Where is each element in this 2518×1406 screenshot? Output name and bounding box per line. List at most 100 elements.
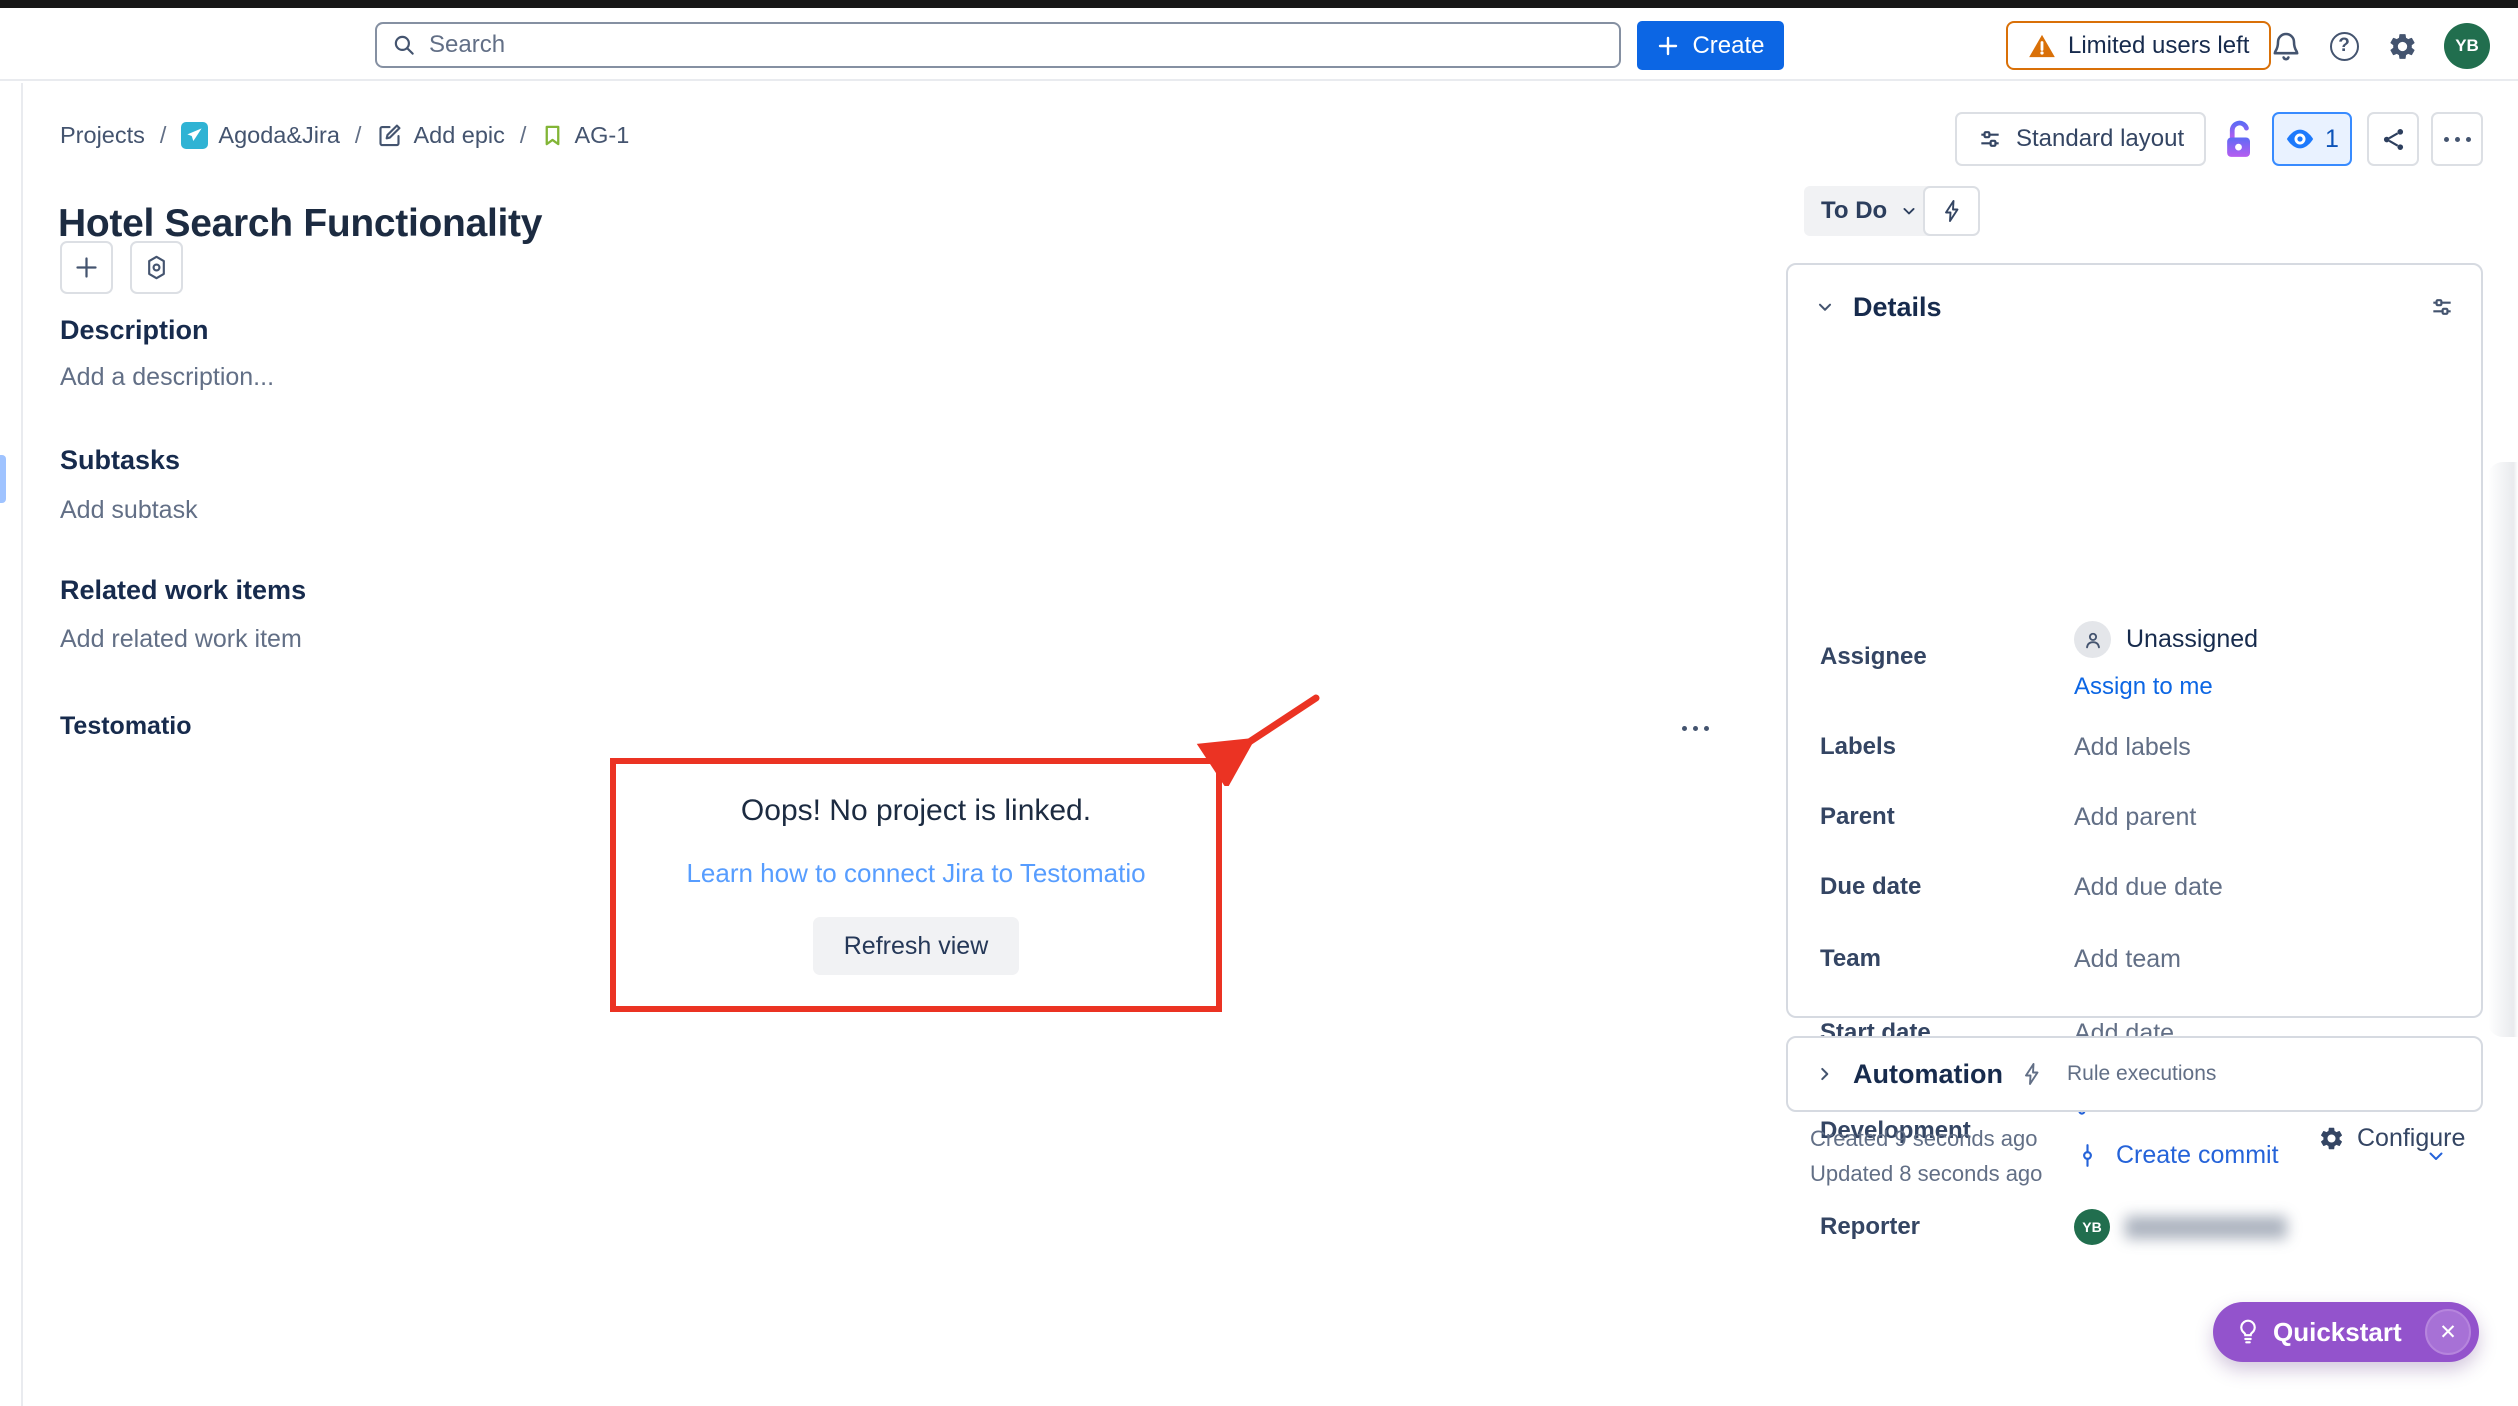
team-label: Team (1820, 945, 1881, 973)
eye-icon (2285, 126, 2315, 152)
due-date-value[interactable]: Add due date (2074, 873, 2223, 902)
subtasks-heading: Subtasks (60, 445, 180, 476)
user-avatar-initials: YB (2455, 36, 2479, 56)
sidebar-divider (21, 83, 23, 1406)
chevron-down-icon (1899, 201, 1919, 221)
breadcrumb: Projects / Agoda&Jira / Add epic / AG-1 (60, 122, 629, 149)
unassigned-avatar-icon (2074, 621, 2111, 658)
story-bookmark-icon (541, 123, 564, 148)
help-glyph: ? (2338, 35, 2350, 57)
quickstart-button[interactable]: Quickstart ✕ (2213, 1302, 2479, 1362)
connect-jira-link[interactable]: Learn how to connect Jira to Testomatio (686, 858, 1145, 889)
status-label: To Do (1821, 197, 1887, 225)
breadcrumb-project-name: Agoda&Jira (218, 122, 340, 149)
due-date-label: Due date (1820, 873, 1921, 901)
lightbulb-icon (2235, 1318, 2261, 1346)
testomatio-more-icon[interactable] (1682, 726, 1709, 731)
search-input[interactable] (427, 30, 1605, 60)
global-search[interactable] (375, 22, 1621, 68)
reporter-value[interactable]: YB (2074, 1209, 2287, 1245)
watchers-button[interactable]: 1 (2272, 112, 2352, 166)
more-actions-button[interactable] (2431, 112, 2483, 166)
search-icon (391, 32, 417, 58)
global-navigation-bar: Create Limited users left ? YB (0, 8, 2518, 81)
user-avatar[interactable]: YB (2444, 23, 2490, 69)
breadcrumb-add-epic-label: Add epic (413, 122, 504, 149)
standard-layout-button[interactable]: Standard layout (1955, 112, 2206, 166)
updated-timestamp: Updated 8 seconds ago (1810, 1161, 2042, 1187)
breadcrumb-add-epic[interactable]: Add epic (376, 122, 504, 149)
gear-icon (2318, 1125, 2345, 1152)
create-button[interactable]: Create (1637, 21, 1784, 70)
breadcrumb-issue-key: AG-1 (574, 122, 629, 149)
configure-label: Configure (2357, 1124, 2465, 1153)
settings-gear-icon[interactable] (2378, 22, 2426, 70)
watchers-count: 1 (2325, 125, 2339, 154)
team-value[interactable]: Add team (2074, 945, 2181, 974)
limited-users-banner[interactable]: Limited users left (2006, 21, 2271, 70)
reporter-avatar-initials: YB (2082, 1219, 2101, 1235)
assignee-name: Unassigned (2126, 625, 2258, 654)
limited-users-label: Limited users left (2068, 32, 2249, 60)
create-commit-link[interactable]: Create commit (2074, 1141, 2279, 1170)
breadcrumb-projects[interactable]: Projects (60, 122, 145, 149)
breadcrumb-issue[interactable]: AG-1 (541, 122, 629, 149)
refresh-view-button[interactable]: Refresh view (813, 917, 1020, 975)
details-header[interactable]: Details (1788, 285, 2481, 329)
window-top-strip (0, 0, 2518, 8)
scrollbar[interactable] (2488, 462, 2518, 1037)
quickstart-label: Quickstart (2273, 1317, 2413, 1348)
create-commit-label: Create commit (2116, 1141, 2279, 1170)
chevron-down-icon (1814, 296, 1836, 318)
related-work-heading: Related work items (60, 575, 306, 606)
unlocked-icon[interactable] (2218, 118, 2260, 162)
bolt-icon (2020, 1061, 2044, 1087)
configure-button[interactable]: Configure (2318, 1124, 2465, 1153)
parent-value[interactable]: Add parent (2074, 803, 2196, 832)
assignee-label: Assignee (1820, 643, 1927, 671)
quickstart-close-button[interactable]: ✕ (2425, 1309, 2471, 1355)
add-subtask-placeholder[interactable]: Add subtask (60, 496, 198, 525)
jira-issue-page: Create Limited users left ? YB Projects … (0, 0, 2518, 1406)
warning-icon (2028, 33, 2056, 59)
created-timestamp: Created 9 seconds ago (1810, 1126, 2038, 1152)
plus-icon (1656, 34, 1680, 58)
automation-title: Automation (1853, 1059, 2003, 1090)
notifications-bell-icon[interactable] (2262, 22, 2310, 70)
automation-bolt-button[interactable] (1923, 186, 1980, 236)
sidebar-collapsed-handle[interactable] (0, 455, 6, 503)
error-title: Oops! No project is linked. (741, 794, 1091, 828)
details-settings-icon[interactable] (2429, 294, 2455, 320)
reporter-label: Reporter (1820, 1213, 1920, 1241)
automation-panel[interactable]: Automation Rule executions (1786, 1036, 2483, 1112)
share-button[interactable] (2367, 112, 2419, 166)
standard-layout-label: Standard layout (2016, 125, 2184, 153)
labels-label: Labels (1820, 733, 1896, 761)
assignee-value[interactable]: Unassigned (2074, 621, 2258, 658)
close-icon: ✕ (2439, 1320, 2457, 1345)
details-title: Details (1853, 292, 2412, 323)
issue-quick-actions (60, 241, 183, 294)
breadcrumb-separator: / (160, 122, 167, 149)
description-placeholder[interactable]: Add a description... (60, 363, 274, 392)
labels-value[interactable]: Add labels (2074, 733, 2191, 762)
breadcrumb-separator: / (355, 122, 362, 149)
edit-icon (376, 122, 403, 149)
testomatio-heading: Testomatio (60, 712, 192, 741)
description-heading: Description (60, 315, 209, 346)
parent-label: Parent (1820, 803, 1895, 831)
details-panel: Details Assignee Unassigned Assign to me… (1786, 263, 2483, 1018)
add-button[interactable] (60, 241, 113, 294)
reporter-name-redacted (2125, 1216, 2287, 1239)
testomatio-error-panel: Oops! No project is linked. Learn how to… (610, 758, 1222, 1012)
page-title[interactable]: Hotel Search Functionality (58, 202, 542, 246)
status-dropdown[interactable]: To Do (1804, 186, 1936, 236)
create-button-label: Create (1692, 32, 1764, 60)
apps-lozenge-icon[interactable] (130, 241, 183, 294)
ellipsis-icon (2444, 137, 2471, 142)
help-icon[interactable]: ? (2320, 22, 2368, 70)
git-commit-icon (2074, 1142, 2101, 1169)
add-related-placeholder[interactable]: Add related work item (60, 625, 302, 654)
breadcrumb-project[interactable]: Agoda&Jira (181, 122, 340, 149)
assign-to-me-link[interactable]: Assign to me (2074, 673, 2213, 701)
